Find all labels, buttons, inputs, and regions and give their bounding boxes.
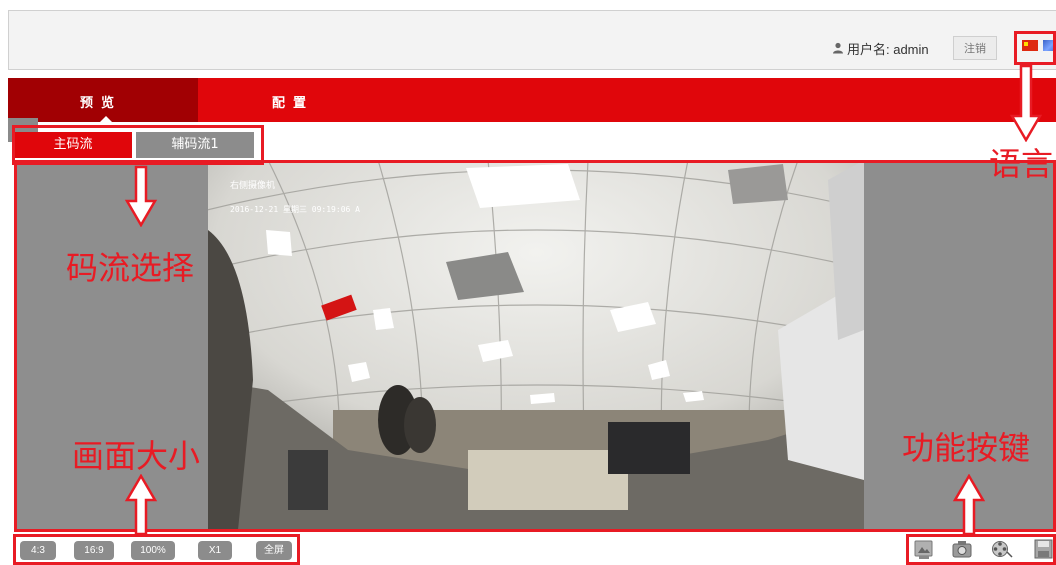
tab-preview[interactable]: 预览 bbox=[80, 92, 122, 111]
language-highlight-box bbox=[1014, 31, 1056, 65]
user-icon bbox=[833, 42, 843, 54]
stream-arrow-icon bbox=[124, 165, 158, 227]
function-arrow-icon bbox=[952, 474, 986, 536]
username-label: 用户名: admin bbox=[847, 42, 929, 57]
tab-config[interactable]: 配置 bbox=[272, 92, 314, 111]
stream-highlight-box bbox=[12, 125, 264, 165]
language-arrow-icon bbox=[1009, 64, 1043, 142]
picture-size-annotation: 画面大小 bbox=[72, 437, 201, 475]
logout-button[interactable]: 注销 bbox=[953, 36, 997, 60]
language-annotation: 语言 bbox=[989, 145, 1054, 183]
function-highlight-box bbox=[906, 534, 1056, 565]
stream-select-annotation: 码流选择 bbox=[66, 249, 195, 287]
size-highlight-box bbox=[13, 534, 300, 565]
size-arrow-icon bbox=[124, 474, 158, 536]
active-tab-caret bbox=[100, 116, 112, 122]
function-keys-annotation: 功能按键 bbox=[902, 429, 1031, 467]
